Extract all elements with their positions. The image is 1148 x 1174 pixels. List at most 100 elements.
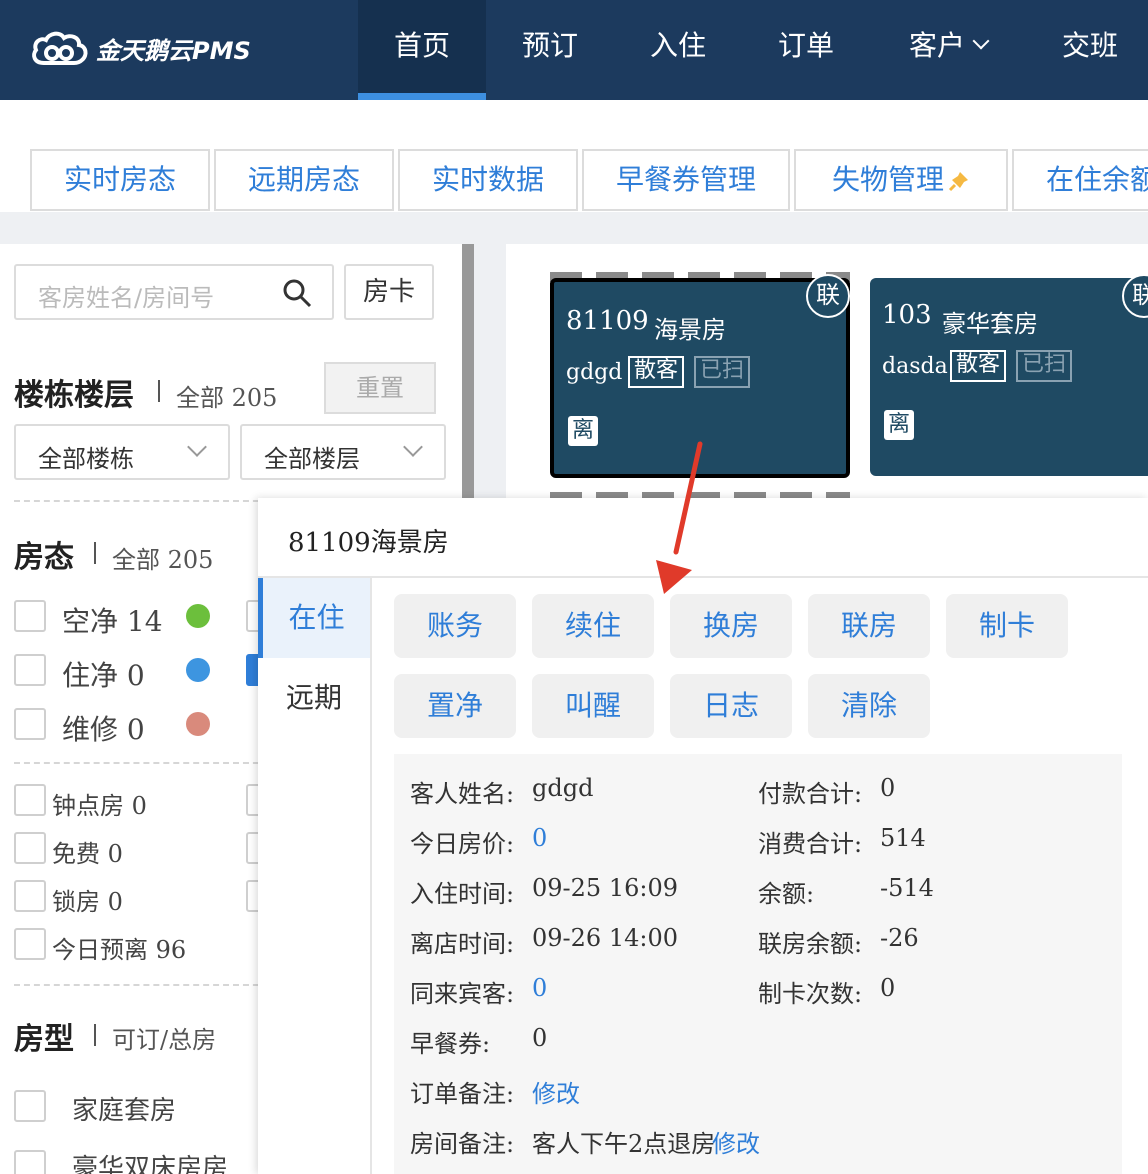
link-room-button[interactable]: 联房 — [808, 594, 930, 658]
linked-balance-value: -26 — [880, 924, 919, 952]
tab-label: 早餐券管理 — [615, 163, 756, 196]
tab-label: 在住余额 — [1046, 163, 1148, 196]
set-clean-button[interactable]: 置净 — [394, 674, 516, 738]
linked-room-badge: 联 — [806, 274, 850, 318]
filter-checkbox-due-out[interactable] — [14, 928, 46, 960]
pin-icon — [948, 172, 968, 192]
search-input[interactable]: 客房姓名/房间号 — [14, 264, 334, 320]
nav-customers[interactable]: 客户 — [870, 0, 1026, 100]
room-status-title: 房态 — [14, 540, 74, 575]
nav-checkin-label: 入住 — [649, 29, 706, 62]
building-summary: 全部 205 — [176, 384, 278, 412]
balance-value: -514 — [880, 874, 934, 902]
tab-label: 远期房态 — [247, 163, 360, 196]
tab-in-house[interactable]: 在住 — [258, 578, 370, 658]
app-logo[interactable]: 金天鹅云PMS — [30, 28, 251, 68]
stay-info-panel: 客人姓名: gdgd 今日房价: 0 入住时间: 09-25 16:09 离店时… — [394, 754, 1122, 1174]
room-type-checkbox[interactable] — [14, 1150, 46, 1174]
companions-label: 同来宾客: — [410, 980, 515, 1008]
nav-shift[interactable]: 交班 — [1026, 0, 1148, 100]
nav-customers-label: 客户 — [908, 29, 965, 62]
popup-title: 81109海景房 — [288, 528, 449, 558]
building-floor-title: 楼栋楼层 — [14, 378, 134, 413]
linked-balance-label: 联房余额: — [758, 930, 863, 958]
clear-button[interactable]: 清除 — [808, 674, 930, 738]
floor-select[interactable]: 全部楼层 — [240, 424, 446, 480]
guest-name: dasda — [882, 354, 948, 379]
separator — [94, 1024, 96, 1046]
nav-orders-label: 订单 — [777, 29, 834, 62]
departure-badge: 离 — [884, 410, 914, 440]
breakfast-value: 0 — [532, 1024, 548, 1052]
nav-orders[interactable]: 订单 — [742, 0, 870, 100]
checkout-time-value: 09-26 14:00 — [532, 924, 678, 952]
tab-in-house-balance[interactable]: 在住余额 — [1012, 149, 1148, 211]
status-label: 空净 14 — [62, 605, 163, 638]
checkin-time-label: 入住时间: — [410, 880, 515, 908]
companions-link[interactable]: 0 — [532, 974, 547, 1002]
tab-breakfast-vouchers[interactable]: 早餐券管理 — [582, 149, 790, 211]
building-select[interactable]: 全部楼栋 — [14, 424, 230, 480]
tab-future[interactable]: 远期 — [258, 658, 370, 738]
status-label: 住净 0 — [62, 659, 145, 692]
tab-label: 实时数据 — [431, 163, 544, 196]
filter-checkbox-hourly[interactable] — [14, 784, 46, 816]
tab-future-status[interactable]: 远期房态 — [214, 149, 394, 211]
filter-checkbox-free[interactable] — [14, 832, 46, 864]
status-dot-blue — [186, 658, 210, 682]
wake-up-call-button[interactable]: 叫醒 — [532, 674, 654, 738]
room-type-summary: 可订/总房 — [112, 1026, 217, 1054]
cleaned-tag: 已扫 — [1016, 350, 1073, 382]
room-card-103[interactable]: 103 豪华套房 dasda 散客 已扫 离 — [870, 278, 1148, 476]
checkin-time-value: 09-25 16:09 — [532, 874, 678, 902]
guest-name-label: 客人姓名: — [410, 780, 515, 808]
billing-button[interactable]: 账务 — [394, 594, 516, 658]
search-icon[interactable] — [282, 278, 312, 308]
divider — [258, 576, 1148, 578]
tab-lost-found[interactable]: 失物管理 — [794, 149, 1008, 211]
status-label: 维修 0 — [62, 713, 145, 746]
tab-realtime-data[interactable]: 实时数据 — [398, 149, 578, 211]
filter-checkbox-locked[interactable] — [14, 880, 46, 912]
card-count-value: 0 — [880, 974, 896, 1002]
reset-button[interactable]: 重置 — [324, 362, 436, 414]
nav-checkin[interactable]: 入住 — [614, 0, 742, 100]
guest-type-tag: 散客 — [628, 356, 685, 388]
filter-label: 免费 0 — [52, 840, 123, 868]
nav-booking[interactable]: 预订 — [486, 0, 614, 100]
room-type-checkbox[interactable] — [14, 1090, 46, 1122]
room-type: 海景房 — [654, 316, 726, 344]
room-detail-popup: 81109海景房 在住 远期 账务 续住 换房 联房 制卡 置净 叫醒 日志 清… — [258, 498, 1148, 1174]
sidebar-scrollbar[interactable] — [462, 244, 474, 504]
top-nav-bar: 金天鹅云PMS 首页 预订 入住 订单 客户 交班 — [0, 0, 1148, 100]
status-checkbox-maintenance[interactable] — [14, 708, 46, 740]
log-button[interactable]: 日志 — [670, 674, 792, 738]
room-price-link[interactable]: 0 — [532, 824, 547, 852]
room-card-button[interactable]: 房卡 — [344, 264, 434, 320]
nav-shift-label: 交班 — [1061, 29, 1118, 62]
nav-home[interactable]: 首页 — [358, 0, 486, 100]
make-card-button[interactable]: 制卡 — [946, 594, 1068, 658]
balance-label: 余额: — [758, 880, 815, 908]
room-card-81109[interactable]: 81109 海景房 gdgd 散客 已扫 离 — [550, 278, 850, 478]
cleaned-tag: 已扫 — [694, 356, 751, 388]
room-price-label: 今日房价: — [410, 830, 515, 858]
status-checkbox-occupied-clean[interactable] — [14, 654, 46, 686]
room-note-edit-link[interactable]: 修改 — [712, 1124, 760, 1159]
order-note-edit-link[interactable]: 修改 — [532, 1074, 580, 1109]
payment-total-label: 付款合计: — [758, 780, 863, 808]
cloud-icon — [32, 31, 88, 65]
guest-name: gdgd — [566, 360, 623, 385]
checkout-time-label: 离店时间: — [410, 930, 515, 958]
payment-total-value: 0 — [880, 774, 896, 802]
tab-realtime-status[interactable]: 实时房态 — [30, 149, 210, 211]
tab-label: 远期 — [285, 681, 342, 714]
tab-label: 失物管理 — [831, 163, 944, 196]
extend-stay-button[interactable]: 续住 — [532, 594, 654, 658]
change-room-button[interactable]: 换房 — [670, 594, 792, 658]
status-checkbox-vacant-clean[interactable] — [14, 600, 46, 632]
room-status-summary: 全部 205 — [112, 546, 214, 574]
filter-label: 锁房 0 — [52, 888, 123, 916]
room-number: 81109 — [566, 306, 649, 336]
filter-label: 今日预离 96 — [52, 936, 187, 964]
